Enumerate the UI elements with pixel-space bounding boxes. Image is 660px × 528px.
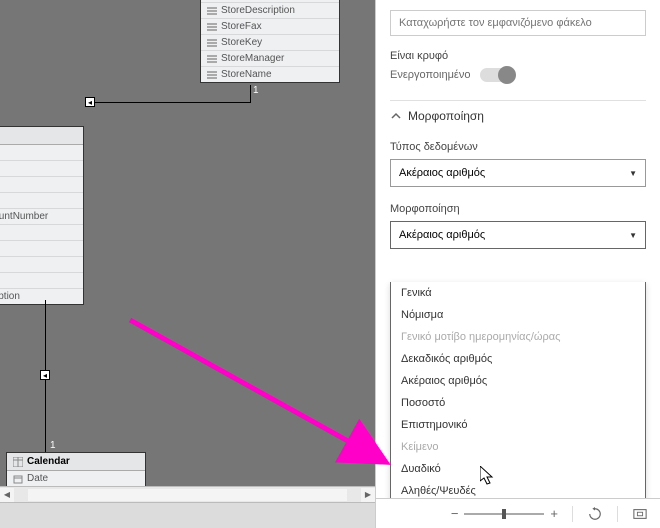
table-row: StoreName bbox=[201, 67, 339, 82]
section-title: Μορφοποίηση bbox=[408, 109, 484, 123]
model-canvas[interactable]: Status StoreDescription StoreFax StoreKe… bbox=[0, 0, 375, 528]
app-root: Status StoreDescription StoreFax StoreKe… bbox=[0, 0, 660, 528]
table-row: r bbox=[0, 177, 83, 193]
relationship-line bbox=[90, 102, 250, 103]
dropdown-item[interactable]: Αληθές/Ψευδές bbox=[391, 480, 645, 498]
table-row: tomerAccountNumber bbox=[0, 209, 83, 225]
field-icon bbox=[207, 70, 217, 80]
cardinality-label: 1 bbox=[50, 440, 56, 451]
relationship-line bbox=[250, 85, 251, 103]
calendar-icon bbox=[13, 474, 23, 484]
table-row: intry bbox=[0, 193, 83, 209]
zoom-out-icon[interactable]: − bbox=[451, 506, 459, 521]
dropdown-item[interactable]: Ακέραιος αριθμός bbox=[391, 370, 645, 392]
table-row: d Name bbox=[0, 145, 83, 161]
datatype-value: Ακέραιος αριθμός bbox=[399, 167, 485, 179]
table-store[interactable]: Status StoreDescription StoreFax StoreKe… bbox=[200, 0, 340, 83]
table-row: erDate bbox=[0, 257, 83, 273]
dropdown-item[interactable]: Νόμισμα bbox=[391, 304, 645, 326]
table-row: Date bbox=[7, 471, 145, 486]
canvas-footer-strip bbox=[0, 502, 375, 528]
scroll-track[interactable] bbox=[28, 489, 347, 501]
slider-thumb[interactable] bbox=[502, 509, 506, 519]
reset-zoom-icon[interactable] bbox=[587, 506, 603, 522]
relationship-arrow-icon: ◂ bbox=[40, 370, 50, 380]
hidden-state-text: Ενεργοποιημένο bbox=[390, 69, 470, 81]
datatype-select[interactable]: Ακέραιος αριθμός ▼ bbox=[390, 159, 646, 187]
table-row: StoreManager bbox=[201, 51, 339, 67]
zoom-slider[interactable]: − + bbox=[451, 506, 558, 521]
slider-track[interactable] bbox=[464, 513, 544, 515]
table-row: gory bbox=[0, 161, 83, 177]
table-icon bbox=[13, 457, 23, 467]
table-header[interactable]: Calendar bbox=[7, 453, 145, 471]
relationship-arrow-icon: ◂ bbox=[85, 97, 95, 107]
properties-panel: Είναι κρυφό Ενεργοποιημένο Μορφοποίηση Τ… bbox=[375, 0, 660, 528]
dropdown-item[interactable]: Επιστημονικό bbox=[391, 414, 645, 436]
cardinality-label: 1 bbox=[253, 85, 259, 96]
format-dropdown[interactable]: Γενικά Νόμισμα Γενικό μοτίβο ημερομηνίας… bbox=[390, 282, 646, 498]
dropdown-item: Γενικό μοτίβο ημερομηνίας/ώρας bbox=[391, 326, 645, 348]
table-title: Calendar bbox=[27, 456, 70, 467]
separator bbox=[617, 506, 618, 522]
chevron-down-icon: ▼ bbox=[629, 169, 637, 178]
separator bbox=[572, 506, 573, 522]
table-header[interactable] bbox=[0, 127, 83, 145]
table-row: iID bbox=[0, 225, 83, 241]
table-row: StoreDescription bbox=[201, 3, 339, 19]
display-folder-field bbox=[390, 10, 646, 36]
format-label: Μορφοποίηση bbox=[390, 203, 646, 215]
field-icon bbox=[207, 22, 217, 32]
hidden-toggle[interactable] bbox=[480, 68, 514, 82]
chevron-down-icon: ▼ bbox=[629, 231, 637, 240]
hidden-label: Είναι κρυφό bbox=[390, 50, 646, 62]
table-row: ufacturer bbox=[0, 241, 83, 257]
table-row: T bbox=[0, 273, 83, 289]
dropdown-item[interactable]: Γενικά bbox=[391, 282, 645, 304]
scroll-right-icon[interactable]: ▶ bbox=[361, 488, 375, 502]
dropdown-item[interactable]: Ποσοστό bbox=[391, 392, 645, 414]
horizontal-scrollbar[interactable]: ◀ ▶ bbox=[0, 486, 375, 502]
display-folder-input[interactable] bbox=[390, 10, 646, 36]
format-value: Ακέραιος αριθμός bbox=[399, 229, 485, 241]
field-icon bbox=[207, 6, 217, 16]
table-row: StoreKey bbox=[201, 35, 339, 51]
datatype-label: Τύπος δεδομένων bbox=[390, 141, 646, 153]
scroll-left-icon[interactable]: ◀ bbox=[0, 488, 14, 502]
dropdown-item[interactable]: Δεκαδικός αριθμός bbox=[391, 348, 645, 370]
dropdown-item[interactable]: Δυαδικό bbox=[391, 458, 645, 480]
table-row: ductDescription bbox=[0, 289, 83, 304]
table-product[interactable]: d Name gory r intry tomerAccountNumber i… bbox=[0, 126, 84, 305]
status-bar: − + bbox=[376, 498, 660, 528]
panel-body: Είναι κρυφό Ενεργοποιημένο Μορφοποίηση Τ… bbox=[376, 0, 660, 498]
table-calendar[interactable]: Calendar Date bbox=[6, 452, 146, 487]
dropdown-item: Κείμενο bbox=[391, 436, 645, 458]
fit-to-screen-icon[interactable] bbox=[632, 506, 648, 522]
field-icon bbox=[207, 54, 217, 64]
field-icon bbox=[207, 38, 217, 48]
formatting-section-header[interactable]: Μορφοποίηση bbox=[390, 100, 646, 131]
chevron-up-icon bbox=[390, 110, 402, 122]
format-select[interactable]: Ακέραιος αριθμός ▼ bbox=[390, 221, 646, 249]
zoom-in-icon[interactable]: + bbox=[550, 506, 558, 521]
hidden-toggle-row: Ενεργοποιημένο bbox=[390, 68, 646, 82]
table-row: StoreFax bbox=[201, 19, 339, 35]
